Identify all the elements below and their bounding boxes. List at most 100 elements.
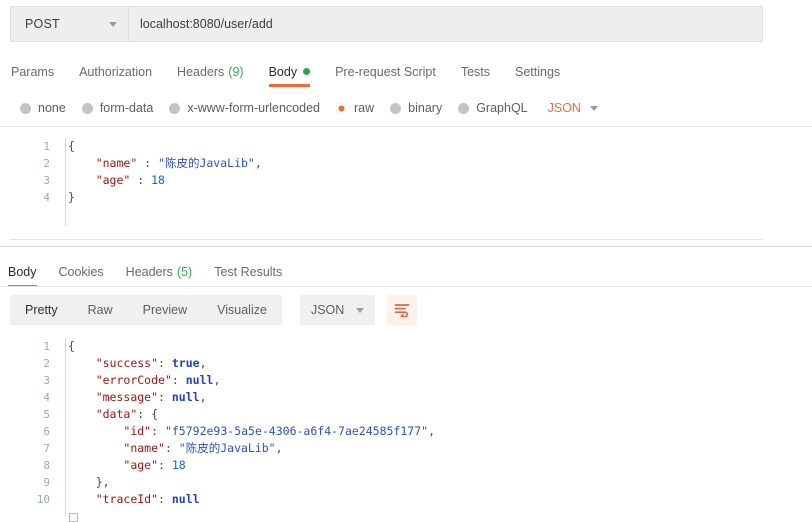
token: "age" (123, 458, 158, 472)
response-format-label: JSON (311, 303, 344, 317)
code-text: "message": null, (68, 389, 207, 406)
radio-label: x-www-form-urlencoded (187, 101, 320, 115)
response-body-editor[interactable]: 1{2 "success": true,3 "errorCode": null,… (10, 334, 763, 521)
code-line: 4} (10, 189, 763, 206)
token: , (200, 356, 207, 370)
token: "name" (96, 156, 138, 170)
line-number: 3 (10, 172, 50, 189)
tab-label: Params (11, 65, 54, 79)
header-count-badge: (5) (177, 265, 192, 279)
token: "errorCode" (96, 373, 172, 387)
token (68, 492, 96, 506)
response-view-raw[interactable]: Raw (73, 295, 128, 325)
body-type-radio-graphql[interactable]: GraphQL (458, 96, 527, 120)
wrap-text-icon (394, 303, 410, 317)
response-section-divider (0, 246, 812, 247)
token (68, 424, 123, 438)
request-url-bar: POST localhost:8080/user/add (10, 6, 763, 42)
tab-label: Test Results (214, 265, 282, 279)
body-type-radio-binary[interactable]: binary (390, 96, 442, 120)
code-line: 7 "name": "陈皮的JavaLib", (10, 440, 763, 457)
radio-label: none (38, 101, 66, 115)
radio-dot-icon (82, 103, 93, 114)
token: } (96, 475, 103, 489)
radio-dot-icon (458, 103, 469, 114)
response-view-visualize[interactable]: Visualize (202, 295, 282, 325)
code-text: { (68, 138, 75, 155)
response-tab-body[interactable]: Body (8, 256, 37, 287)
code-text: "traceId": null (68, 491, 200, 508)
http-method-select[interactable]: POST (11, 7, 129, 41)
request-tabs: Params Authorization Headers(9) Body Pre-req… (0, 55, 812, 88)
token: "traceId" (96, 492, 158, 506)
header-count-badge: (9) (228, 65, 243, 79)
request-tab-params[interactable]: Params (11, 55, 54, 88)
wrap-text-button[interactable] (387, 295, 417, 325)
response-tabs: Body Cookies Headers(5) Test Results (0, 256, 812, 287)
radio-label: GraphQL (476, 101, 527, 115)
token (68, 458, 123, 472)
request-tab-tests[interactable]: Tests (461, 55, 490, 88)
token: "陈皮的JavaLib" (179, 441, 276, 455)
http-method-label: POST (25, 17, 60, 31)
chevron-down-icon (356, 308, 364, 313)
code-text: "age" : 18 (68, 172, 165, 189)
active-tab-underline (269, 84, 311, 87)
body-present-indicator-icon (303, 68, 310, 75)
code-line: 10 "traceId": null (10, 491, 763, 508)
token (68, 356, 96, 370)
token (68, 407, 96, 421)
token: true (172, 356, 200, 370)
line-number: 1 (10, 338, 50, 355)
tab-label: Cookies (59, 265, 104, 279)
url-input[interactable]: localhost:8080/user/add (129, 7, 762, 41)
request-tab-settings[interactable]: Settings (515, 55, 560, 88)
tab-label: Body (8, 265, 37, 279)
token: null (172, 492, 200, 506)
response-tab-test-results[interactable]: Test Results (214, 256, 282, 287)
request-body-editor[interactable]: 1{2 "name" : "陈皮的JavaLib",3 "age" : 184} (10, 134, 763, 234)
tab-label: Tests (461, 65, 490, 79)
line-number: 2 (10, 155, 50, 172)
response-tab-cookies[interactable]: Cookies (59, 256, 104, 287)
code-line: 2 "name" : "陈皮的JavaLib", (10, 155, 763, 172)
code-line: 3 "errorCode": null, (10, 372, 763, 389)
tab-label: Authorization (79, 65, 152, 79)
code-line: 1{ (10, 138, 763, 155)
token (68, 156, 96, 170)
response-view-preview[interactable]: Preview (128, 295, 202, 325)
response-tab-headers[interactable]: Headers(5) (126, 256, 193, 287)
token: : (158, 356, 172, 370)
radio-label: binary (408, 101, 442, 115)
tab-label: Settings (515, 65, 560, 79)
request-editor-top-divider (0, 126, 812, 127)
body-type-radio-form-data[interactable]: form-data (82, 96, 154, 120)
request-tab-pre-request-script[interactable]: Pre-request Script (335, 55, 436, 88)
response-tabs-divider (0, 286, 812, 287)
raw-language-label: JSON (548, 101, 581, 115)
token (68, 373, 96, 387)
radio-dot-icon (20, 103, 31, 114)
token: "data" (96, 407, 138, 421)
token: : (158, 390, 172, 404)
body-type-radio-none[interactable]: none (20, 96, 66, 120)
raw-language-select[interactable]: JSON (548, 96, 598, 120)
body-type-radio-x-www-form-urlencoded[interactable]: x-www-form-urlencoded (169, 96, 320, 120)
line-number: 9 (10, 474, 50, 491)
token (68, 441, 123, 455)
token: { (68, 139, 75, 153)
request-tab-authorization[interactable]: Authorization (79, 55, 152, 88)
request-tab-headers[interactable]: Headers(9) (177, 55, 244, 88)
body-type-radio-raw[interactable]: raw (336, 96, 374, 120)
token (68, 475, 96, 489)
token: : (130, 173, 151, 187)
code-line: 8 "age": 18 (10, 457, 763, 474)
token: : (172, 373, 186, 387)
line-number: 8 (10, 457, 50, 474)
token: "f5792e93-5a5e-4306-a6f4-7ae24585f177" (165, 424, 428, 438)
token: : (158, 492, 172, 506)
response-view-pretty[interactable]: Pretty (10, 295, 73, 325)
request-tab-body[interactable]: Body (269, 55, 311, 88)
code-line: 4 "message": null, (10, 389, 763, 406)
response-format-select[interactable]: JSON (300, 295, 375, 325)
